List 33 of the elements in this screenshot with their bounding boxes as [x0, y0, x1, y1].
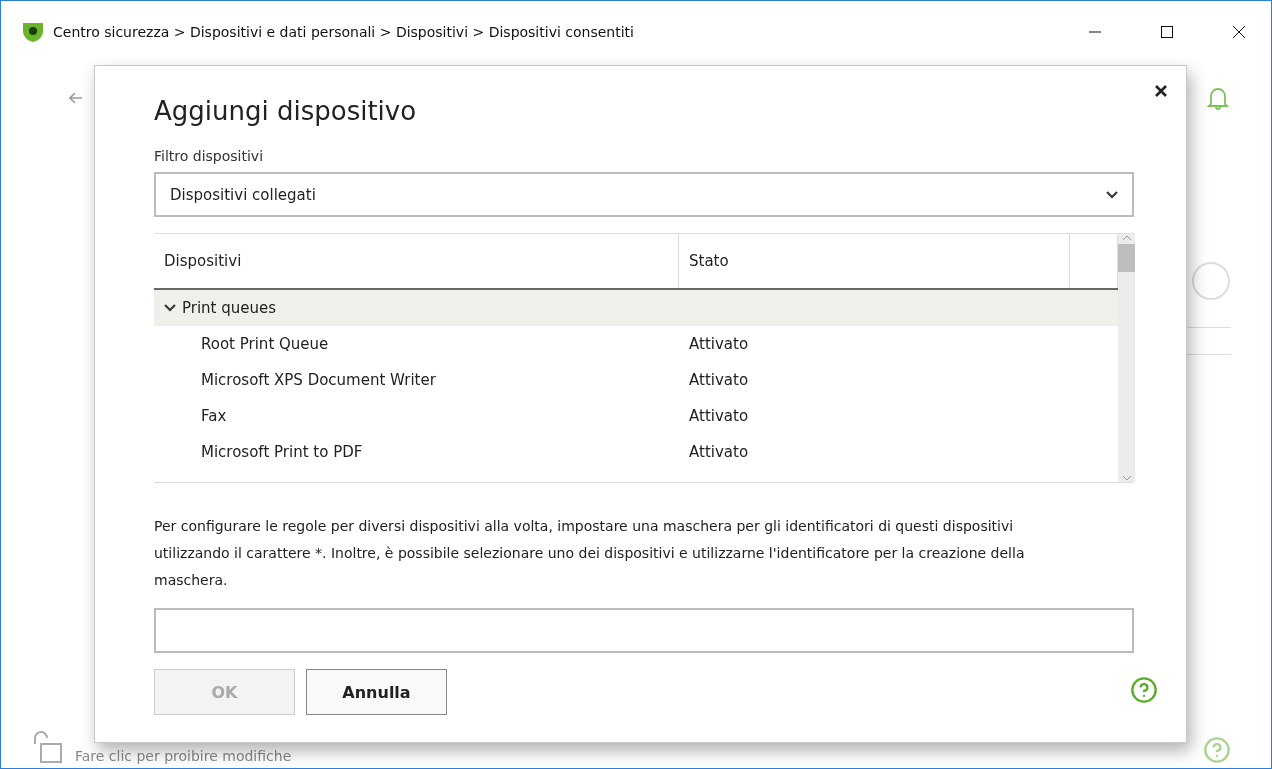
group-name: Print queues — [182, 299, 277, 317]
maximize-icon — [1160, 25, 1174, 39]
device-filter-dropdown[interactable]: Dispositivi collegati — [154, 172, 1134, 217]
column-header[interactable]: Dispositivi — [154, 234, 679, 288]
device-name[interactable]: Fax — [154, 407, 679, 425]
scroll-up-icon[interactable] — [1121, 234, 1132, 242]
back-arrow-icon[interactable] — [69, 92, 83, 104]
chevron-down-icon — [1106, 190, 1118, 199]
group-row[interactable]: Print queues — [154, 290, 1118, 326]
scrollbar-thumb[interactable] — [1118, 244, 1135, 272]
column-header[interactable]: Stato — [679, 234, 1070, 288]
window-title: Centro sicurezza > Dispositivi e dati personali > Dispositivi > Dispositivi consentiti — [53, 24, 635, 40]
device-name[interactable]: Microsoft XPS Document Writer — [154, 371, 679, 389]
filter-label: Filtro dispositivi — [154, 148, 265, 164]
scrollbar[interactable] — [1118, 234, 1135, 482]
close-icon — [1232, 25, 1246, 39]
device-status: Attivato — [688, 407, 750, 425]
shield-logo-icon — [21, 21, 45, 43]
bell-icon[interactable] — [1205, 85, 1231, 111]
dialog-title: Aggiungi dispositivo — [154, 96, 418, 126]
mask-description: Per configurare le regole per diversi dispositivi alla volta, impostare una maschera per gli identificatori di questi dispositivi utilizzando il carattere *. Inoltre, è possibile selezionare uno dei dispositivi e utilizzarne l'identificatore per la creazione della maschera. — [154, 517, 1026, 590]
cancel-button[interactable]: Annulla — [306, 669, 447, 715]
lock-hint-text[interactable]: Fare clic per proibire modifiche — [75, 748, 292, 764]
scroll-down-icon[interactable] — [1121, 474, 1132, 482]
chevron-down-icon — [164, 304, 176, 312]
device-name[interactable]: Root Print Queue — [154, 335, 679, 353]
help-icon[interactable] — [1130, 676, 1158, 704]
device-status: Attivato — [688, 335, 750, 353]
device-status: Attivato — [688, 371, 750, 389]
mask-input-field[interactable] — [154, 608, 1134, 653]
device-status: Attivato — [688, 443, 750, 461]
help-icon[interactable] — [1203, 736, 1231, 764]
device-name[interactable]: Microsoft Print to PDF — [154, 443, 679, 461]
